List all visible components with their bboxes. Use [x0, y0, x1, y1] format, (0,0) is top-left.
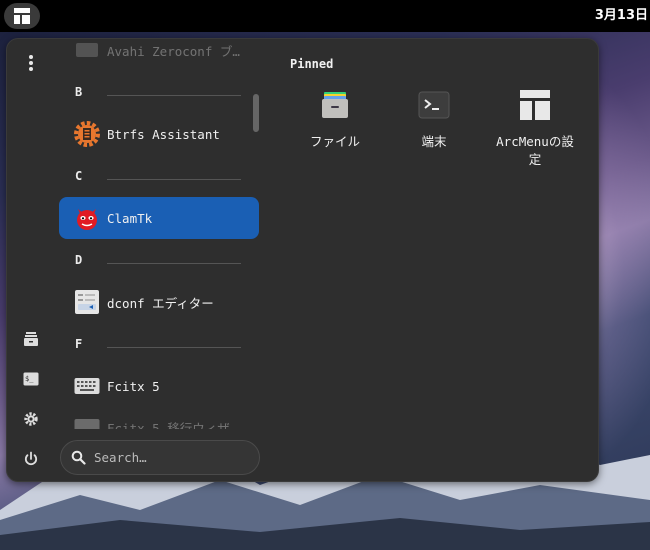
- app-label: ClamTk: [107, 210, 153, 226]
- power-icon: [24, 451, 38, 466]
- app-label: Fcitx 5 移行ウィザ…: [107, 420, 238, 430]
- power-button[interactable]: [17, 445, 45, 473]
- terminal-icon: [416, 87, 452, 123]
- pinned-title: Pinned: [290, 57, 334, 71]
- section-header-f: F: [75, 337, 241, 357]
- section-header-d: D: [75, 253, 241, 273]
- terminal-icon: $_: [23, 372, 39, 386]
- clamtk-icon: [73, 204, 101, 232]
- pinned-item-label: 端末: [421, 134, 447, 149]
- pinned-item-terminal[interactable]: 端末: [384, 87, 484, 177]
- arcmenu-settings-icon: [517, 87, 553, 123]
- arcmenu-button[interactable]: [4, 3, 40, 29]
- more-vertical-icon: [29, 55, 33, 71]
- app-label: dconf エディター: [107, 295, 214, 311]
- app-list-scrollbar[interactable]: [253, 94, 259, 132]
- search-input[interactable]: [94, 450, 244, 465]
- app-item-clamtk[interactable]: ClamTk: [59, 197, 259, 239]
- avahi-icon: [73, 39, 101, 64]
- settings-shortcut-button[interactable]: [17, 405, 45, 433]
- app-label: Btrfs Assistant: [107, 126, 220, 142]
- search-box[interactable]: [60, 440, 260, 475]
- app-list[interactable]: Avahi Zeroconf ブ… B Btrfs Assistant C Cl…: [59, 39, 261, 429]
- section-header-c: C: [75, 169, 241, 189]
- arcmenu-icon: [14, 8, 30, 24]
- app-item-dconf-editor[interactable]: dconf エディター: [59, 281, 259, 323]
- btrfs-assistant-icon: [73, 120, 101, 148]
- pinned-item-label: ファイル: [309, 134, 360, 149]
- more-options-button[interactable]: [17, 49, 45, 77]
- files-icon: [24, 332, 38, 346]
- app-label: Avahi Zeroconf ブ…: [107, 43, 240, 59]
- app-item-btrfs-assistant[interactable]: Btrfs Assistant: [59, 113, 259, 155]
- app-label: Fcitx 5: [107, 378, 160, 394]
- settings-icon: [24, 412, 38, 426]
- app-item-fcitx5[interactable]: Fcitx 5: [59, 365, 259, 407]
- clock[interactable]: 3月13日: [595, 0, 650, 32]
- keyboard-icon: [73, 413, 101, 429]
- dconf-editor-icon: [73, 288, 101, 316]
- search-icon: [71, 450, 86, 465]
- files-icon: [317, 87, 353, 123]
- pinned-item-label: ArcMenuの設定: [496, 134, 574, 167]
- arcmenu-panel: $_ Avahi Zeroconf ブ… B Btrfs Assistant C…: [6, 38, 599, 482]
- top-bar: 3月13日: [0, 0, 650, 32]
- terminal-shortcut-button[interactable]: $_: [17, 365, 45, 393]
- app-item-fcitx5-migrator[interactable]: Fcitx 5 移行ウィザ…: [59, 406, 259, 429]
- section-header-b: B: [75, 85, 241, 105]
- left-rail: $_: [7, 39, 55, 481]
- pinned-item-files[interactable]: ファイル: [285, 87, 385, 177]
- app-item-avahi[interactable]: Avahi Zeroconf ブ…: [59, 39, 259, 71]
- pinned-item-arcmenu-settings[interactable]: ArcMenuの設定: [485, 87, 585, 177]
- keyboard-icon: [73, 372, 101, 400]
- svg-text:$_: $_: [25, 375, 34, 383]
- files-shortcut-button[interactable]: [17, 325, 45, 353]
